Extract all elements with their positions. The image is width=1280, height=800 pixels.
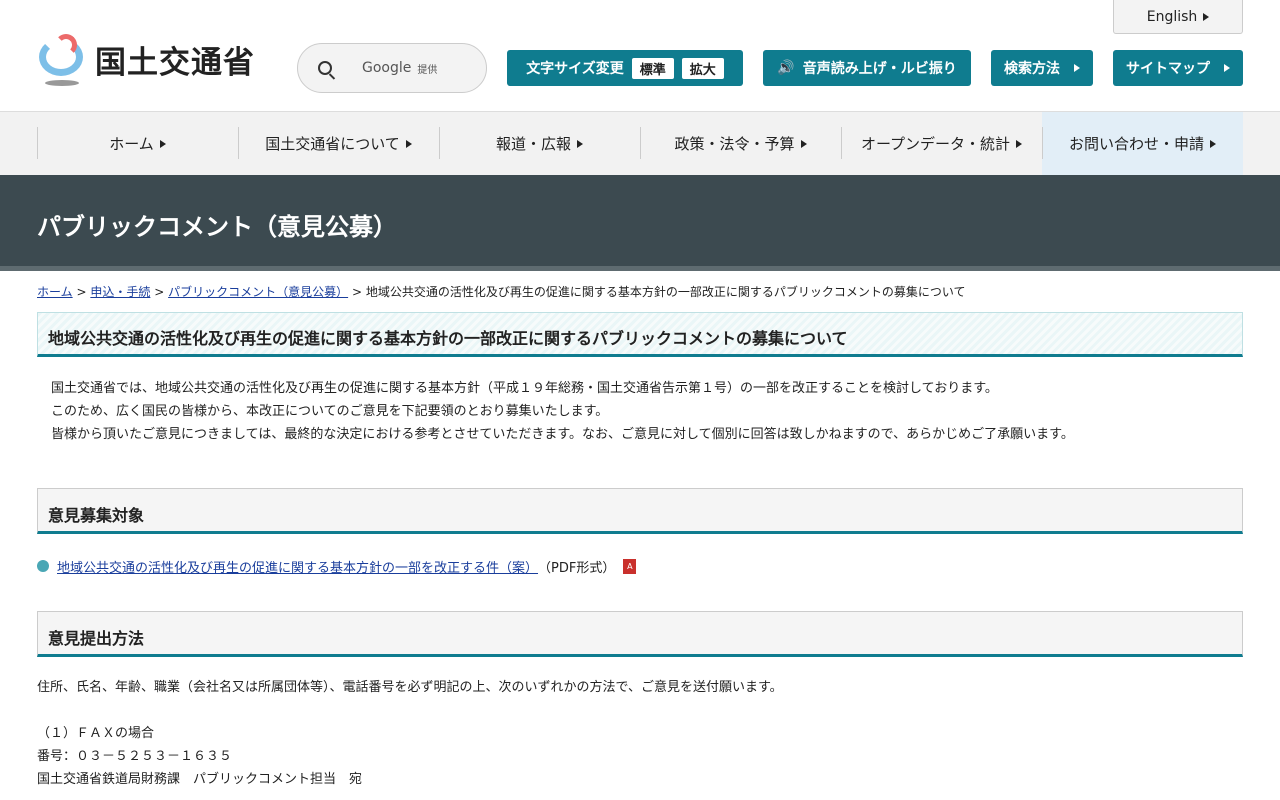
nav-label: 報道・広報 xyxy=(495,135,571,153)
breadcrumb-separator: > xyxy=(154,285,165,299)
breadcrumb-separator: > xyxy=(76,285,87,299)
triangle-right-icon xyxy=(1224,64,1230,72)
intro-line: 国土交通省では、地域公共交通の活性化及び再生の促進に関する基本方針（平成１９年総… xyxy=(51,381,998,396)
nav-label: お問い合わせ・申請 xyxy=(1068,135,1204,153)
logo-mark-icon xyxy=(37,32,87,86)
document-link-row: 地域公共交通の活性化及び再生の促進に関する基本方針の一部を改正する件（案） （P… xyxy=(0,556,1280,576)
nav-label: 政策・法令・予算 xyxy=(674,135,795,153)
nav-policy[interactable]: 政策・法令・予算 xyxy=(640,112,841,175)
method-line: 国土交通省鉄道局財務課 パブリックコメント担当 宛 xyxy=(37,772,363,787)
speech-label: 音声読み上げ・ルビ振り xyxy=(802,61,957,77)
mlit-logo[interactable]: 国土交通省 xyxy=(37,32,255,86)
nav-home[interactable]: ホーム xyxy=(37,112,238,175)
intro-line: 皆様から頂いたご意見につきましては、最終的な決定における参考とさせていただきます… xyxy=(51,427,1074,442)
bullet-icon xyxy=(37,560,49,572)
logo-text: 国土交通省 xyxy=(95,44,255,81)
method-text: 住所、氏名、年齢、職業（会社名又は所属団体等）、電話番号を必ず明記の上、次のいず… xyxy=(0,676,1280,791)
triangle-right-icon xyxy=(1074,64,1080,72)
search-provider-label: 提供 xyxy=(417,64,438,76)
breadcrumb-separator: > xyxy=(351,285,362,299)
triangle-right-icon xyxy=(1210,139,1216,148)
search-method-button[interactable]: 検索方法 xyxy=(991,50,1093,86)
font-standard-button[interactable]: 標準 xyxy=(631,57,674,79)
section-heading-method: 意見提出方法 xyxy=(37,611,1243,657)
english-label: English xyxy=(1146,8,1198,25)
breadcrumb-procedures[interactable]: 申込・手続 xyxy=(90,285,150,299)
page-banner: パブリックコメント（意見公募） xyxy=(0,175,1280,271)
global-nav: ホーム 国土交通省について 報道・広報 政策・法令・予算 オープンデータ・統計 … xyxy=(0,112,1280,175)
intro-line: このため、広く国民の皆様から、本改正についてのご意見を下記要領のとおり募集いたし… xyxy=(51,404,609,419)
nav-about[interactable]: 国土交通省について xyxy=(238,112,439,175)
breadcrumb-current: 地域公共交通の活性化及び再生の促進に関する基本方針の一部改正に関するパブリックコ… xyxy=(365,285,966,299)
triangle-right-icon xyxy=(405,139,412,148)
triangle-right-icon xyxy=(159,139,166,148)
intro-text: 国土交通省では、地域公共交通の活性化及び再生の促進に関する基本方針（平成１９年総… xyxy=(0,357,1280,488)
nav-opendata[interactable]: オープンデータ・統計 xyxy=(841,112,1042,175)
method-line: （１）ＦＡＸの場合 xyxy=(37,726,155,741)
nav-label: ホーム xyxy=(109,135,154,153)
nav-contact[interactable]: お問い合わせ・申請 xyxy=(1042,112,1243,175)
triangle-right-icon xyxy=(1203,12,1210,21)
triangle-right-icon xyxy=(577,139,583,148)
search-method-label: 検索方法 xyxy=(1004,61,1060,77)
font-large-button[interactable]: 拡大 xyxy=(681,57,724,79)
search-input[interactable]: Google 提供 xyxy=(297,43,487,93)
breadcrumb-home[interactable]: ホーム xyxy=(37,285,73,299)
nav-press[interactable]: 報道・広報 xyxy=(439,112,640,175)
document-link[interactable]: 地域公共交通の活性化及び再生の促進に関する基本方針の一部を改正する件（案） xyxy=(57,557,538,576)
method-line: 住所、氏名、年齢、職業（会社名又は所属団体等）、電話番号を必ず明記の上、次のいず… xyxy=(37,680,783,695)
pdf-icon: A xyxy=(623,558,637,574)
search-brand: Google xyxy=(362,60,412,76)
speaker-icon: 🔊 xyxy=(777,60,795,76)
nav-label: オープンデータ・統計 xyxy=(860,135,1011,153)
page-title: 地域公共交通の活性化及び再生の促進に関する基本方針の一部改正に関するパブリックコ… xyxy=(37,312,1243,357)
nav-label: 国土交通省について xyxy=(265,135,400,153)
triangle-right-icon xyxy=(800,139,807,148)
sitemap-label: サイトマップ xyxy=(1126,61,1210,77)
speech-button[interactable]: 🔊 音声読み上げ・ルビ振り xyxy=(763,50,971,86)
section-heading-target: 意見募集対象 xyxy=(37,488,1243,534)
font-size-control: 文字サイズ変更 標準 拡大 xyxy=(507,50,743,86)
triangle-right-icon xyxy=(1016,139,1023,148)
breadcrumb: ホーム > 申込・手続 > パブリックコメント（意見公募） > 地域公共交通の活… xyxy=(0,271,1280,300)
font-size-label: 文字サイズ変更 xyxy=(526,61,624,77)
breadcrumb-public-comment[interactable]: パブリックコメント（意見公募） xyxy=(168,285,348,299)
search-icon xyxy=(318,61,332,75)
sitemap-button[interactable]: サイトマップ xyxy=(1113,50,1243,86)
english-button[interactable]: English xyxy=(1113,0,1243,34)
fax-number: 番号：０３－５２５３－１６３５ xyxy=(37,749,233,764)
site-header: 国土交通省 Google 提供 English 文字サイズ変更 標準 拡大 🔊 音… xyxy=(0,0,1280,112)
file-format-label: （PDF形式） xyxy=(538,560,616,576)
